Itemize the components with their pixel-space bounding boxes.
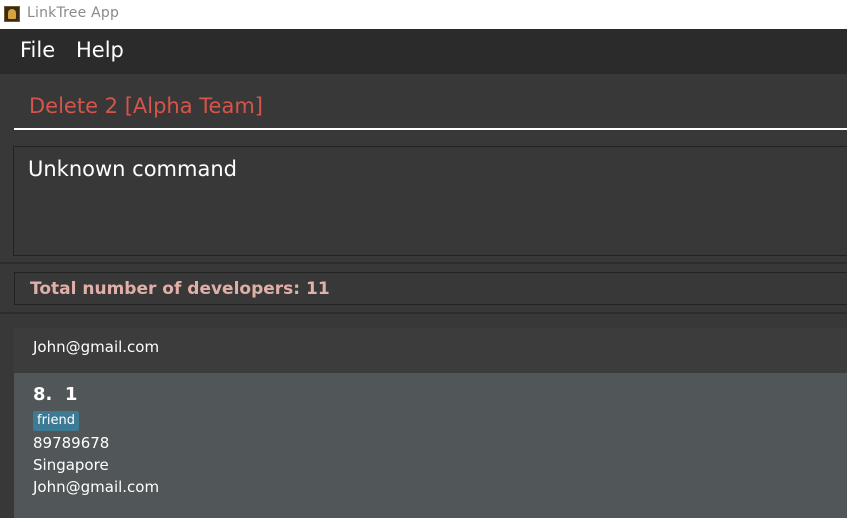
window-title: LinkTree App: [27, 5, 120, 21]
menu-bar: File Help: [0, 29, 847, 73]
app-icon: [4, 6, 20, 22]
email-text: John@gmail.com: [33, 478, 160, 496]
list-item[interactable]: John@gmail.com: [14, 328, 847, 373]
menu-file[interactable]: File: [20, 38, 55, 62]
developer-count: Total number of developers: 11: [30, 279, 330, 299]
divider: [0, 262, 847, 264]
status-bar: Total number of developers: 11: [14, 272, 847, 305]
email-text: John@gmail.com: [33, 338, 160, 356]
result-message: Unknown command: [28, 157, 237, 181]
tag-badge: friend: [33, 411, 80, 431]
developer-name: 8. 1: [33, 384, 78, 405]
command-input[interactable]: [14, 84, 847, 130]
phone-text: 89789678: [33, 434, 110, 452]
menu-help[interactable]: Help: [76, 38, 124, 62]
result-display: Unknown command: [13, 146, 847, 256]
address-text: Singapore: [33, 456, 109, 474]
developer-list[interactable]: John@gmail.com 8. 1 friend 89789678 Sing…: [0, 314, 847, 518]
title-bar: LinkTree App: [0, 0, 847, 29]
list-item-selected[interactable]: 8. 1 friend 89789678 Singapore John@gmai…: [14, 373, 847, 518]
